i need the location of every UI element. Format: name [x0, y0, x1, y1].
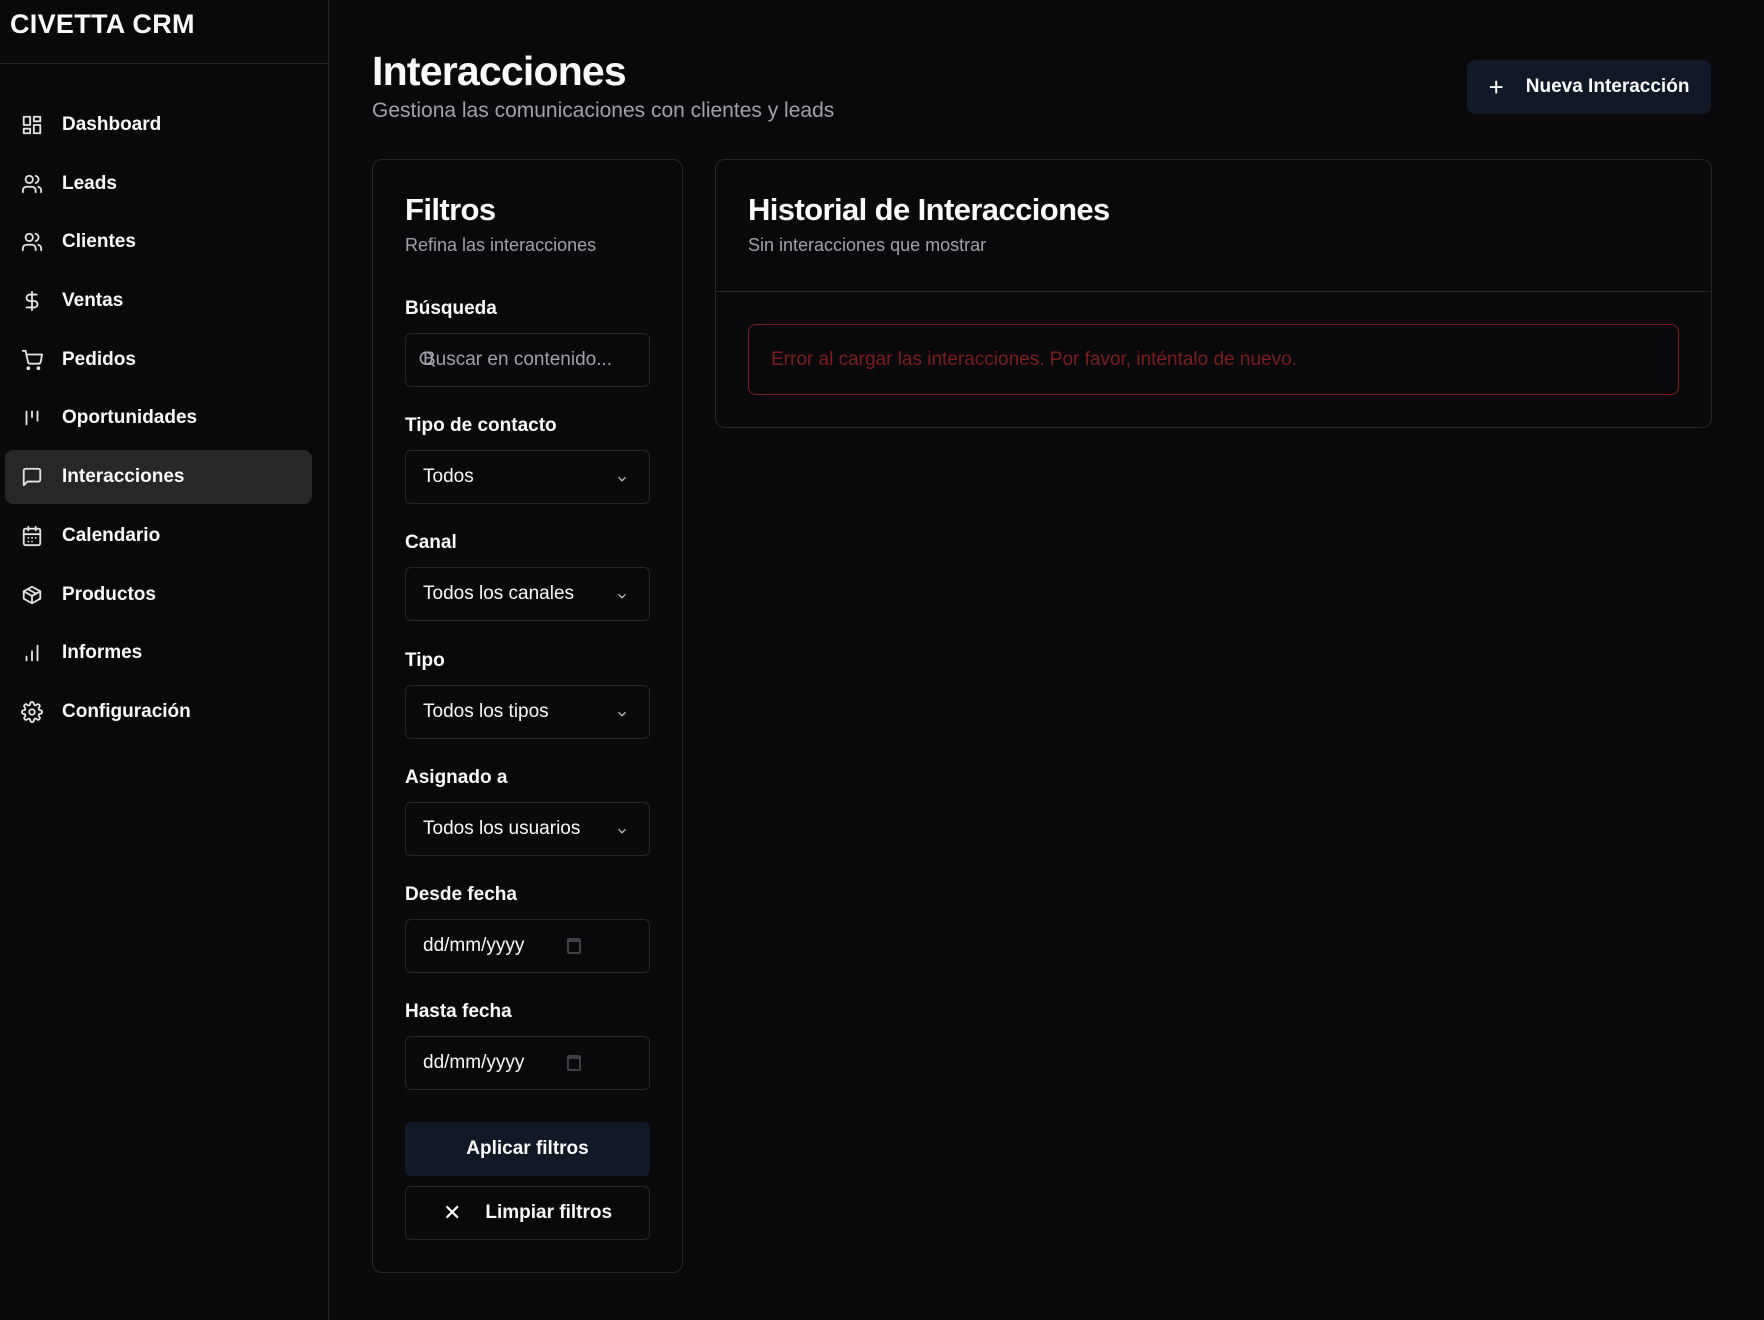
contact-type-value: Todos [423, 466, 474, 487]
apply-filters-label: Aplicar filtros [466, 1138, 589, 1159]
filters-card: Filtros Refina las interacciones Búsqued… [372, 159, 683, 1273]
sidebar-item-label: Pedidos [62, 348, 136, 370]
sidebar-item-label: Oportunidades [62, 407, 198, 429]
bar-chart-icon [21, 642, 43, 664]
type-label: Tipo [405, 650, 445, 671]
sidebar-item-configuracion[interactable]: Configuración [5, 685, 312, 739]
dollar-icon [21, 290, 43, 312]
clear-filters-button[interactable]: ✕ Limpiar filtros [405, 1186, 650, 1240]
channel-label: Canal [405, 532, 457, 553]
search-icon [417, 349, 437, 369]
contact-type-label: Tipo de contacto [405, 415, 557, 436]
chevron-down-icon [615, 822, 629, 836]
search-input[interactable] [423, 349, 623, 371]
gear-icon [21, 700, 43, 723]
message-icon [21, 466, 43, 488]
assigned-label: Asignado a [405, 767, 508, 788]
users-icon [21, 231, 43, 253]
package-icon [21, 584, 43, 606]
chevron-down-icon [615, 470, 629, 484]
sidebar-item-label: Interacciones [62, 466, 185, 488]
history-title: Historial de Interacciones [748, 192, 1110, 227]
sidebar-item-clientes[interactable]: Clientes [5, 215, 312, 269]
type-select[interactable]: Todos los tipos [405, 685, 650, 739]
filters-description: Refina las interacciones [405, 235, 597, 255]
brand-logo[interactable]: CIVETTA CRM [0, 0, 328, 64]
from-date-input[interactable]: dd/mm/yyyy [405, 919, 650, 973]
sidebar-item-label: Informes [62, 642, 143, 664]
new-interaction-button[interactable]: + Nueva Interacción [1467, 60, 1711, 114]
history-card: Historial de Interacciones Sin interacci… [715, 159, 1712, 428]
users-icon [21, 173, 43, 195]
sidebar-item-label: Productos [62, 583, 156, 605]
chevron-down-icon [615, 705, 629, 719]
sidebar-item-oportunidades[interactable]: Oportunidades [5, 391, 312, 445]
channel-value: Todos los canales [423, 583, 575, 604]
sidebar-item-informes[interactable]: Informes [5, 626, 312, 680]
cart-icon [21, 349, 43, 371]
to-date-label: Hasta fecha [405, 1001, 512, 1022]
chevron-down-icon [615, 587, 629, 601]
assigned-value: Todos los usuarios [423, 818, 581, 839]
main-content: Interacciones Gestiona las comunicacione… [329, 0, 1764, 1320]
sidebar-item-leads[interactable]: Leads [5, 157, 312, 211]
plus-icon: + [1488, 72, 1504, 102]
sidebar-item-productos[interactable]: Productos [5, 568, 312, 622]
type-value: Todos los tipos [423, 701, 549, 722]
sidebar-item-label: Dashboard [62, 114, 162, 135]
page-subtitle: Gestiona las comunicaciones con clientes… [372, 99, 835, 122]
sidebar-item-label: Ventas [62, 290, 124, 312]
calendar-picker-icon[interactable] [567, 1055, 581, 1071]
search-field[interactable] [405, 333, 650, 387]
sidebar-item-label: Calendario [62, 524, 161, 546]
sidebar-item-ventas[interactable]: Ventas [5, 274, 312, 328]
channel-select[interactable]: Todos los canales [405, 567, 650, 621]
sidebar-item-label: Leads [62, 172, 117, 194]
contact-type-select[interactable]: Todos [405, 450, 650, 504]
sidebar-nav: Dashboard Leads Clientes Ventas Pedidos … [0, 64, 328, 739]
from-date-label: Desde fecha [405, 884, 517, 905]
error-alert: Error al cargar las interacciones. Por f… [748, 324, 1679, 395]
sidebar-item-dashboard[interactable]: Dashboard [5, 98, 312, 152]
apply-filters-button[interactable]: Aplicar filtros [405, 1122, 650, 1176]
divider [716, 291, 1711, 292]
sidebar-item-label: Configuración [62, 700, 191, 722]
close-icon: ✕ [442, 1200, 462, 1225]
filters-title: Filtros [405, 192, 496, 227]
sidebar-item-pedidos[interactable]: Pedidos [5, 333, 312, 387]
history-description: Sin interacciones que mostrar [748, 235, 987, 255]
new-interaction-label: Nueva Interacción [1525, 76, 1690, 97]
dashboard-icon [21, 114, 43, 136]
calendar-icon [21, 525, 43, 547]
search-label: Búsqueda [405, 298, 497, 319]
page-title: Interacciones [372, 48, 627, 94]
clear-filters-label: Limpiar filtros [485, 1202, 613, 1223]
calendar-picker-icon[interactable] [567, 938, 581, 954]
app-root: CIVETTA CRM Dashboard Leads Clientes Ven… [0, 0, 1764, 1320]
error-message: Error al cargar las interacciones. Por f… [771, 348, 1297, 370]
assigned-select[interactable]: Todos los usuarios [405, 802, 650, 856]
from-date-value: dd/mm/yyyy [423, 935, 525, 956]
sidebar-item-interacciones[interactable]: Interacciones [5, 450, 312, 505]
to-date-value: dd/mm/yyyy [423, 1052, 525, 1073]
sidebar-item-calendario[interactable]: Calendario [5, 509, 312, 563]
sidebar: CIVETTA CRM Dashboard Leads Clientes Ven… [0, 0, 329, 1320]
kanban-icon [21, 407, 43, 429]
to-date-input[interactable]: dd/mm/yyyy [405, 1036, 650, 1090]
sidebar-item-label: Clientes [62, 231, 136, 253]
